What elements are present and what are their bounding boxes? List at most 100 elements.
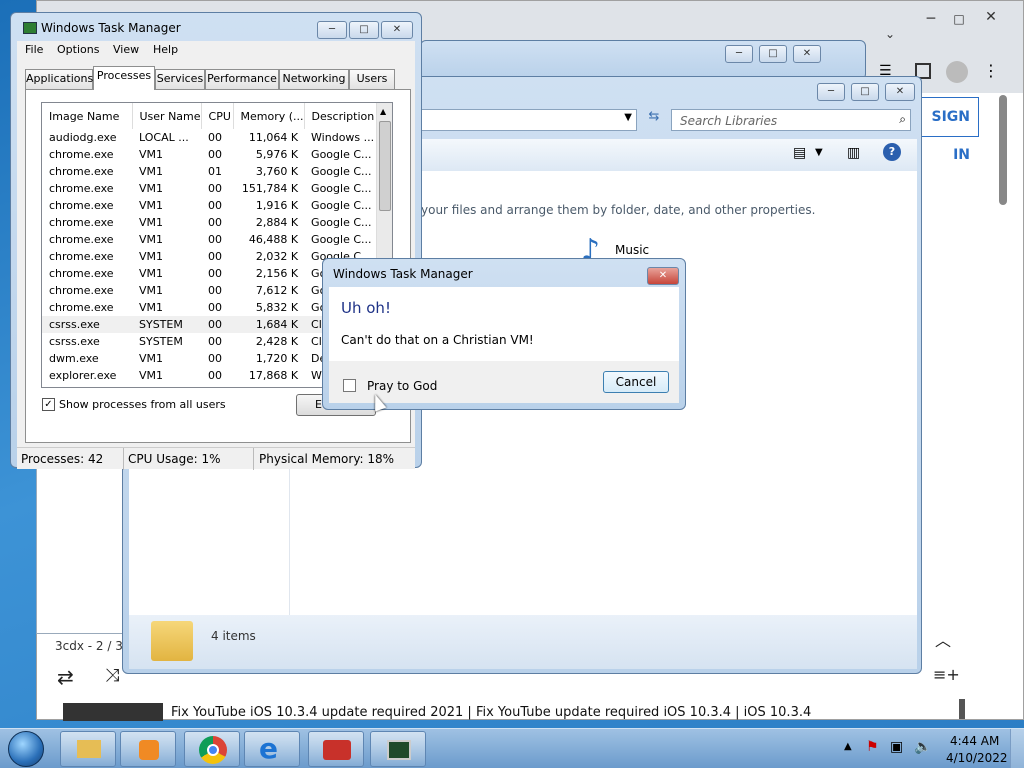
process-image-name: chrome.exe	[49, 233, 114, 246]
minimize-button[interactable]: ─	[725, 45, 753, 63]
process-memory: 1,720 K	[255, 352, 299, 365]
more-vert-icon[interactable]: ⋮	[983, 61, 999, 80]
taskbar-media-player[interactable]	[120, 731, 176, 767]
details-pane: 4 items	[129, 615, 917, 669]
minimize-icon[interactable]: ─	[917, 11, 945, 29]
taskbar: e ▲ ⚑ ▣ 🔈 4:44 AM 4/10/2022	[0, 728, 1024, 768]
loop-icon[interactable]: ⇄	[57, 665, 74, 689]
process-image-name: chrome.exe	[49, 267, 114, 280]
table-row[interactable]: chrome.exe VM1 00 2,884 K Google C...	[42, 214, 378, 231]
library-description: your files and arrange them by folder, d…	[421, 203, 816, 217]
tab-networking[interactable]: Networking	[279, 69, 349, 89]
preview-pane-icon[interactable]: ▥	[847, 145, 860, 161]
show-desktop-button[interactable]	[1010, 729, 1024, 768]
process-user-name: SYSTEM	[139, 318, 183, 331]
chevron-down-icon[interactable]: ▼	[624, 112, 632, 123]
tab-services[interactable]: Services	[155, 69, 205, 89]
minimize-button[interactable]: ─	[817, 83, 845, 101]
process-image-name: audiodg.exe	[49, 131, 117, 144]
column-description[interactable]: Description	[304, 103, 379, 129]
close-button[interactable]: ✕	[793, 45, 821, 63]
tab-processes[interactable]: Processes	[93, 66, 155, 90]
close-button[interactable]: ✕	[885, 83, 915, 101]
menu-file[interactable]: File	[25, 43, 43, 56]
taskbar-ie[interactable]: e	[244, 731, 300, 767]
help-icon[interactable]: ?	[883, 143, 901, 161]
add-to-queue-icon[interactable]: ≡+	[933, 665, 960, 684]
column-user-name[interactable]: User Name	[132, 103, 202, 129]
chevron-down-icon[interactable]: ▼	[815, 147, 823, 158]
table-row[interactable]: audiodg.exe LOCAL ... 00 11,064 K Windows ..…	[42, 129, 378, 146]
process-user-name: SYSTEM	[139, 335, 183, 348]
taskbar-explorer[interactable]	[60, 731, 116, 767]
sign-in-button[interactable]: SIGN IN	[917, 97, 979, 163]
table-row[interactable]: chrome.exe VM1 00 151,784 K Google C...	[42, 180, 378, 197]
address-bar[interactable]: ▼	[419, 109, 637, 131]
pray-checkbox[interactable]	[343, 379, 356, 392]
show-all-checkbox[interactable]: ✓	[42, 398, 55, 411]
chevron-up-icon[interactable]: ︿	[935, 627, 951, 651]
view-options-icon[interactable]: ▤	[793, 145, 806, 161]
process-user-name: LOCAL ...	[139, 131, 189, 144]
scrollbar-thumb[interactable]	[379, 121, 391, 211]
menu-options[interactable]: Options	[57, 43, 99, 56]
process-cpu: 01	[208, 165, 223, 178]
menu-help[interactable]: Help	[153, 43, 178, 56]
tab-users[interactable]: Users	[349, 69, 395, 89]
menu-view[interactable]: View	[113, 43, 139, 56]
shuffle-icon[interactable]: ⤨	[105, 665, 119, 686]
chevron-up-icon[interactable]: ▲	[844, 741, 852, 752]
process-cpu: 00	[208, 148, 223, 161]
column-memory[interactable]: Memory (...	[233, 103, 305, 129]
process-description: Google C...	[311, 165, 372, 178]
minimize-button[interactable]: ─	[317, 21, 347, 39]
process-user-name: VM1	[139, 233, 164, 246]
process-description: Google C...	[311, 182, 372, 195]
close-button[interactable]: ✕	[647, 267, 679, 285]
process-image-name: chrome.exe	[49, 284, 114, 297]
process-cpu: 00	[208, 182, 223, 195]
close-icon[interactable]: ✕	[977, 9, 1005, 29]
start-button[interactable]	[8, 731, 44, 767]
tab-performance[interactable]: Performance	[205, 69, 279, 89]
scrollbar-thumb[interactable]	[959, 699, 965, 719]
volume-icon[interactable]: 🔈	[914, 739, 931, 755]
cancel-button[interactable]: Cancel	[603, 371, 669, 393]
music-label[interactable]: Music	[615, 243, 649, 257]
maximize-icon[interactable]: □	[945, 11, 973, 29]
process-user-name: VM1	[139, 369, 164, 382]
maximize-button[interactable]: □	[851, 83, 879, 101]
table-row[interactable]: chrome.exe VM1 00 1,916 K Google C...	[42, 197, 378, 214]
search-input[interactable]: Search Libraries ⌕	[671, 109, 911, 131]
window-title: Windows Task Manager	[41, 21, 181, 35]
column-cpu[interactable]: CPU	[201, 103, 234, 129]
process-memory: 1,684 K	[255, 318, 299, 331]
chevron-down-icon[interactable]: ⌄	[885, 27, 905, 47]
maximize-button[interactable]: □	[759, 45, 787, 63]
table-row[interactable]: chrome.exe VM1 00 5,976 K Google C...	[42, 146, 378, 163]
clock-time[interactable]: 4:44 AM	[950, 734, 999, 748]
taskbar-chrome[interactable]	[184, 731, 240, 767]
action-center-icon[interactable]: ⚑	[866, 739, 879, 755]
column-image-name[interactable]: Image Name	[42, 103, 133, 129]
tab-applications[interactable]: Applications	[25, 69, 93, 89]
maximize-button[interactable]: □	[349, 21, 379, 39]
process-memory: 11,064 K	[248, 131, 299, 144]
process-user-name: VM1	[139, 182, 164, 195]
scrollbar[interactable]	[999, 95, 1007, 205]
avatar[interactable]	[946, 61, 968, 83]
process-memory: 2,032 K	[255, 250, 299, 263]
video-thumbnail[interactable]	[63, 703, 163, 721]
task-manager-icon	[23, 22, 37, 34]
arrow-up-icon[interactable]: ▲	[380, 107, 386, 116]
taskbar-task-manager[interactable]	[370, 731, 426, 767]
process-image-name: chrome.exe	[49, 199, 114, 212]
video-title[interactable]: Fix YouTube iOS 10.3.4 update required 2…	[171, 705, 811, 721]
close-button[interactable]: ✕	[381, 21, 413, 39]
clock-date[interactable]: 4/10/2022	[946, 751, 1008, 765]
table-row[interactable]: chrome.exe VM1 01 3,760 K Google C...	[42, 163, 378, 180]
table-row[interactable]: chrome.exe VM1 00 46,488 K Google C...	[42, 231, 378, 248]
taskbar-toolbox[interactable]	[308, 731, 364, 767]
refresh-icon[interactable]: ⇆	[643, 109, 665, 131]
network-icon[interactable]: ▣	[890, 739, 903, 755]
